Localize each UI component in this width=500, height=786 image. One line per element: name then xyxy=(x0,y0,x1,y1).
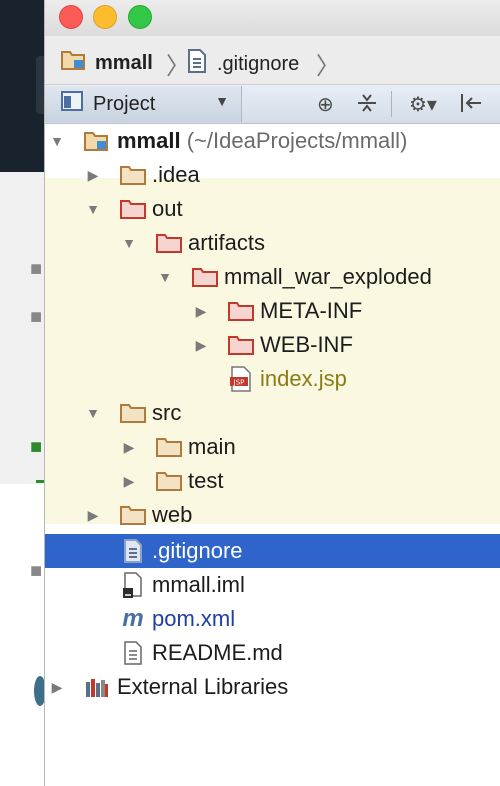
scroll-from-source-icon[interactable]: ⊕ xyxy=(317,92,334,117)
tree-item-label: External Libraries xyxy=(117,674,289,699)
tree-item-label: .idea xyxy=(152,162,200,187)
title-bar[interactable] xyxy=(45,0,500,36)
jsp-file-icon: JSP xyxy=(227,365,255,393)
zoom-window-button[interactable] xyxy=(128,5,152,29)
collapsed-arrow-icon[interactable]: ▶ xyxy=(193,337,209,354)
module-folder-icon xyxy=(83,127,111,155)
collapsed-arrow-icon[interactable]: ▶ xyxy=(121,473,137,490)
hide-icon[interactable] xyxy=(459,92,483,120)
navigation-bar: mmall 〉 .gitignore 〉 xyxy=(45,36,500,85)
minimize-window-button[interactable] xyxy=(93,5,117,29)
collapse-all-icon[interactable] xyxy=(356,92,378,120)
tree-row-out[interactable]: ▼ out xyxy=(45,192,500,226)
project-view-icon xyxy=(61,91,83,117)
tree-item-label: pom.xml xyxy=(152,606,236,631)
tree-row-test[interactable]: ▶ test xyxy=(45,464,500,498)
tree-item-label: mmall_war_exploded xyxy=(224,264,432,289)
excluded-folder-icon xyxy=(155,229,183,257)
text-file-icon xyxy=(187,49,207,79)
tree-item-label: main xyxy=(188,434,236,459)
background-glyph: ■ xyxy=(30,436,43,458)
expanded-arrow-icon[interactable]: ▼ xyxy=(49,133,65,149)
tree-row-web-inf[interactable]: ▶ WEB-INF xyxy=(45,328,500,362)
expanded-arrow-icon[interactable]: ▼ xyxy=(157,269,173,285)
root-path-hint: (~/IdeaProjects/mmall) xyxy=(186,128,408,153)
tree-row-src[interactable]: ▼ src xyxy=(45,396,500,430)
project-view-selector[interactable]: Project ▼ xyxy=(45,86,242,122)
tree-item-label: web xyxy=(152,502,193,527)
tree-item-label: src xyxy=(152,400,182,425)
background-underline xyxy=(36,480,44,483)
project-view-label: Project xyxy=(93,92,156,115)
tree-row-main[interactable]: ▶ main xyxy=(45,430,500,464)
ide-window: mmall 〉 .gitignore 〉 Project ▼ ⊕ ⚙▾ ▼ mm… xyxy=(44,0,500,786)
chevron-down-icon: ▼ xyxy=(215,93,229,109)
breadcrumb-file[interactable]: .gitignore xyxy=(187,49,299,79)
tree-row-index-jsp[interactable]: JSP index.jsp xyxy=(45,362,500,396)
background-glyph: ■ xyxy=(30,306,43,328)
tree-item-label: mmall.iml xyxy=(152,572,245,597)
excluded-folder-icon xyxy=(227,297,255,325)
maven-icon: m xyxy=(122,605,144,632)
collapsed-arrow-icon[interactable]: ▶ xyxy=(85,167,101,184)
expanded-arrow-icon[interactable]: ▼ xyxy=(121,235,137,251)
tree-row-artifacts[interactable]: ▼ artifacts xyxy=(45,226,500,260)
toolbar-divider xyxy=(391,91,392,117)
folder-icon xyxy=(119,501,147,529)
tree-row-iml[interactable]: mmall.iml xyxy=(45,568,500,602)
expanded-arrow-icon[interactable]: ▼ xyxy=(85,405,101,421)
background-button xyxy=(36,56,44,114)
tree-item-label: test xyxy=(188,468,224,493)
tree-row-external-libraries[interactable]: ▶ External Libraries xyxy=(45,670,500,704)
expanded-arrow-icon[interactable]: ▼ xyxy=(85,201,101,217)
tree-row-pom[interactable]: m pom.xml xyxy=(45,602,500,636)
breadcrumb-label: mmall xyxy=(95,51,153,74)
collapsed-arrow-icon[interactable]: ▶ xyxy=(49,679,65,696)
close-window-button[interactable] xyxy=(59,5,83,29)
tree-row-web[interactable]: ▶ web xyxy=(45,498,500,532)
folder-icon xyxy=(155,467,183,495)
text-file-icon xyxy=(119,639,147,667)
module-file-icon xyxy=(119,571,147,599)
tree-item-label: WEB-INF xyxy=(260,332,353,357)
tree-item-label: index.jsp xyxy=(260,366,347,391)
tree-item-label: artifacts xyxy=(188,230,266,255)
tree-item-label: README.md xyxy=(152,640,283,665)
breadcrumb-separator-icon: 〉 xyxy=(316,53,340,80)
folder-icon xyxy=(119,399,147,427)
module-folder-icon xyxy=(61,49,87,77)
project-toolwindow-header: Project ▼ ⊕ ⚙▾ xyxy=(45,85,500,124)
breadcrumb-module[interactable]: mmall xyxy=(61,49,153,77)
tree-item-label: out xyxy=(152,196,183,221)
collapsed-arrow-icon[interactable]: ▶ xyxy=(121,439,137,456)
excluded-folder-icon xyxy=(227,331,255,359)
excluded-folder-icon xyxy=(119,195,147,223)
project-tree: ▼ mmall (~/IdeaProjects/mmall) ▶ .idea ▼… xyxy=(45,124,500,786)
tree-row-idea[interactable]: ▶ .idea xyxy=(45,158,500,192)
libraries-icon xyxy=(83,673,111,701)
svg-text:JSP: JSP xyxy=(233,379,245,387)
collapsed-arrow-icon[interactable]: ▶ xyxy=(85,507,101,524)
collapsed-arrow-icon[interactable]: ▶ xyxy=(193,303,209,320)
breadcrumb-label: .gitignore xyxy=(217,52,300,75)
background-glyph: ■ xyxy=(30,258,43,280)
folder-icon xyxy=(119,161,147,189)
tree-item-label: META-INF xyxy=(260,298,363,323)
excluded-folder-icon xyxy=(191,263,219,291)
folder-icon xyxy=(155,433,183,461)
tree-item-label: .gitignore xyxy=(152,538,243,563)
text-file-icon xyxy=(119,537,147,565)
tree-row-readme[interactable]: README.md xyxy=(45,636,500,670)
tree-row-war-exploded[interactable]: ▼ mmall_war_exploded xyxy=(45,260,500,294)
tree-row-gitignore[interactable]: .gitignore xyxy=(45,534,500,568)
background-glyph: ■ xyxy=(30,560,43,582)
gear-icon[interactable]: ⚙▾ xyxy=(409,92,437,117)
tree-row-root[interactable]: ▼ mmall (~/IdeaProjects/mmall) xyxy=(45,124,500,158)
root-label: mmall xyxy=(117,128,181,153)
tree-row-meta-inf[interactable]: ▶ META-INF xyxy=(45,294,500,328)
